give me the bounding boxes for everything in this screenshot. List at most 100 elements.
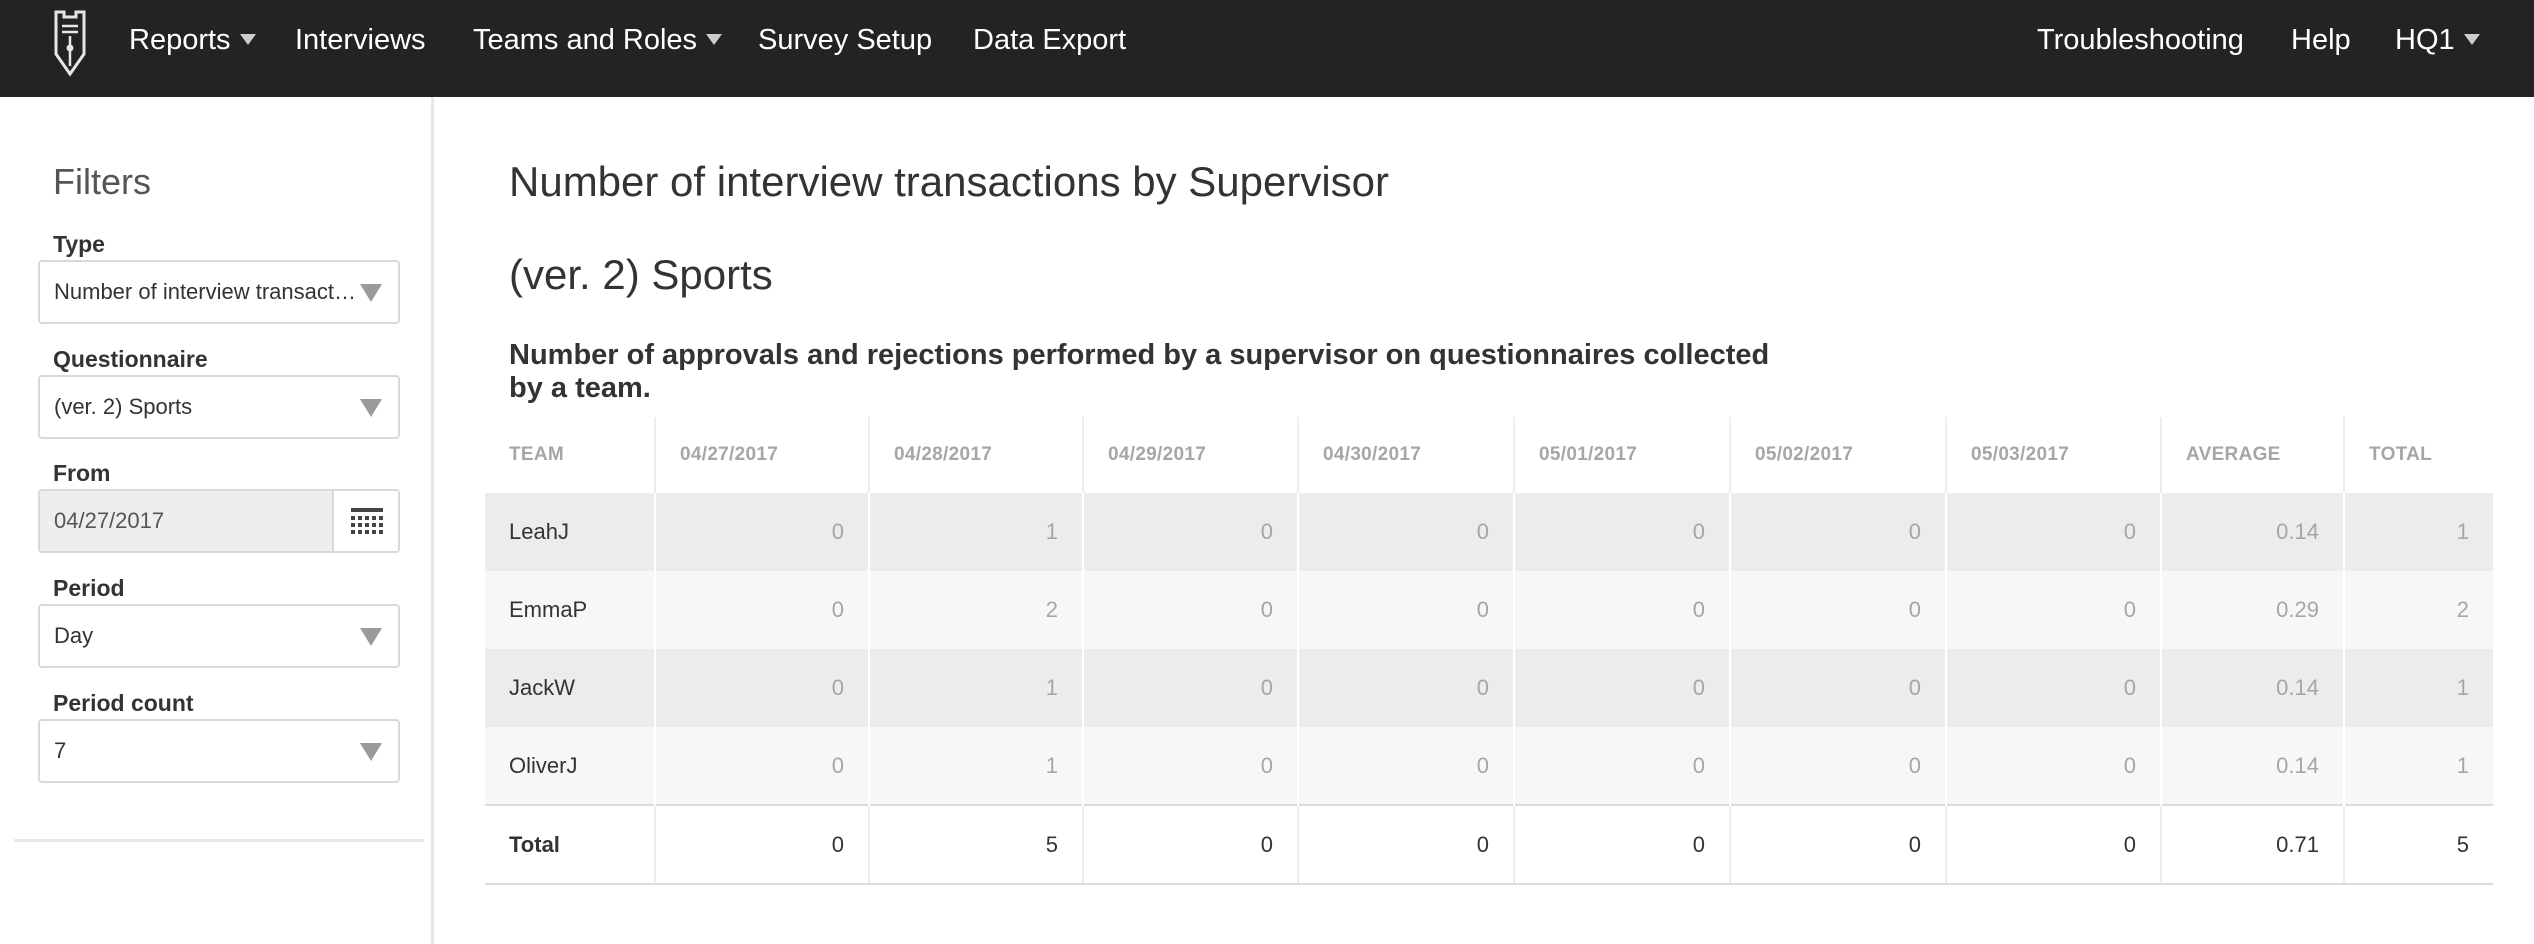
pen-nib-logo-icon[interactable] — [50, 8, 90, 78]
period-count-select[interactable]: 7 — [38, 719, 400, 783]
column-header: TEAM — [485, 417, 656, 493]
table-cell: 0 — [1298, 649, 1515, 727]
table-cell: 0 — [1514, 571, 1731, 649]
table-row: JackW 0 1 0 0 0 0 0 0.14 1 — [485, 649, 2493, 727]
table-cell: 0 — [1298, 727, 1515, 805]
filters-sidebar: Filters Type Number of interview transac… — [0, 97, 434, 944]
table-row: EmmaP 0 2 0 0 0 0 0 0.29 2 — [485, 571, 2493, 649]
table-cell: 0 — [1298, 571, 1515, 649]
type-select[interactable]: Number of interview transactions by Supe… — [38, 260, 400, 324]
questionnaire-label: Questionnaire — [53, 346, 208, 372]
column-header: 04/27/2017 — [655, 417, 870, 493]
period-count-select-value: 7 — [54, 738, 67, 763]
nav-data-export-label: Data Export — [973, 24, 1127, 56]
type-select-value: Number of interview transactions by Supe… — [54, 279, 359, 304]
nav-help[interactable]: Help — [2291, 0, 2351, 80]
table-cell: 0.14 — [2161, 493, 2345, 571]
chevron-down-icon — [239, 33, 256, 45]
nav-user-menu[interactable]: HQ1 — [2395, 0, 2480, 80]
questionnaire-select[interactable]: (ver. 2) Sports — [38, 375, 400, 439]
top-navbar: Reports Interviews Teams and Roles Surve… — [0, 0, 2534, 97]
nav-interviews-label: Interviews — [295, 24, 426, 56]
column-header: 04/28/2017 — [869, 417, 1084, 493]
nav-survey-setup[interactable]: Survey Setup — [758, 0, 932, 80]
report-title: Number of interview transactions by Supe… — [509, 158, 1390, 205]
table-cell: 0 — [1514, 493, 1731, 571]
table-cell: 0 — [1946, 727, 2162, 805]
table-cell: 0 — [1083, 571, 1299, 649]
calendar-icon — [351, 508, 383, 534]
report-description: Number of approvals and rejections perfo… — [509, 339, 1770, 404]
table-row: LeahJ 0 1 0 0 0 0 0 0.14 1 — [485, 493, 2493, 571]
nav-troubleshooting[interactable]: Troubleshooting — [2037, 0, 2244, 80]
filters-title: Filters — [53, 161, 151, 202]
period-select[interactable]: Day — [38, 604, 400, 668]
table-cell: 0.29 — [2161, 571, 2345, 649]
total-cell: 5 — [869, 804, 1084, 885]
table-cell: 0 — [1083, 727, 1299, 805]
chevron-down-icon — [2463, 33, 2480, 45]
nav-data-export[interactable]: Data Export — [973, 0, 1126, 80]
from-date-value: 04/27/2017 — [54, 508, 165, 533]
from-label: From — [53, 460, 111, 486]
table-cell: 1 — [869, 727, 1084, 805]
total-cell: 0 — [1946, 804, 2162, 885]
table-cell: 0 — [655, 649, 870, 727]
table-cell: 0 — [1730, 649, 1947, 727]
nav-user-label: HQ1 — [2395, 24, 2455, 56]
table-cell: 0.14 — [2161, 727, 2345, 805]
nav-teams-and-roles-label: Teams and Roles — [473, 24, 698, 56]
column-header: AVERAGE — [2161, 417, 2345, 493]
team-name-cell: LeahJ — [485, 493, 656, 571]
table-cell: 0 — [1946, 493, 2162, 571]
dropdown-arrow-icon — [360, 284, 382, 302]
table-cell: 0 — [1730, 493, 1947, 571]
nav-reports-label: Reports — [129, 24, 231, 56]
table-header-row: TEAM 04/27/2017 04/28/2017 04/29/2017 04/30/… — [485, 417, 2493, 493]
nav-survey-setup-label: Survey Setup — [758, 24, 933, 56]
nav-interviews[interactable]: Interviews — [295, 0, 426, 80]
table-cell: 0 — [1946, 571, 2162, 649]
column-header: 04/30/2017 — [1298, 417, 1515, 493]
period-count-label: Period count — [53, 690, 194, 716]
total-cell: 0 — [1730, 804, 1947, 885]
column-header: 05/02/2017 — [1730, 417, 1947, 493]
period-select-value: Day — [54, 623, 94, 648]
team-name-cell: OliverJ — [485, 727, 656, 805]
calendar-button[interactable] — [332, 491, 398, 551]
table-cell: 0 — [1514, 649, 1731, 727]
table-cell: 0 — [1730, 727, 1947, 805]
nav-help-label: Help — [2291, 24, 2351, 56]
questionnaire-select-value: (ver. 2) Sports — [54, 394, 193, 419]
period-label: Period — [53, 575, 125, 601]
table-cell: 0 — [655, 727, 870, 805]
table-cell: 1 — [869, 493, 1084, 571]
dropdown-arrow-icon — [360, 743, 382, 761]
from-date-field[interactable]: 04/27/2017 — [38, 489, 400, 553]
total-cell: 5 — [2344, 804, 2493, 885]
team-name-cell: JackW — [485, 649, 656, 727]
nav-troubleshooting-label: Troubleshooting — [2037, 24, 2244, 56]
table-cell: 0 — [1083, 493, 1299, 571]
column-header: 04/29/2017 — [1083, 417, 1299, 493]
questionnaire-subtitle: (ver. 2) Sports — [509, 251, 773, 298]
table-cell: 0 — [1730, 571, 1947, 649]
team-name-cell: EmmaP — [485, 571, 656, 649]
table-cell: 2 — [2344, 571, 2493, 649]
nav-teams-and-roles[interactable]: Teams and Roles — [473, 0, 723, 80]
sidebar-divider — [14, 839, 424, 842]
table-cell: 1 — [2344, 649, 2493, 727]
table-cell: 1 — [2344, 493, 2493, 571]
column-header: TOTAL — [2369, 444, 2433, 465]
dropdown-arrow-icon — [360, 628, 382, 646]
chevron-down-icon — [706, 33, 723, 45]
total-cell: 0 — [655, 804, 870, 885]
nav-reports[interactable]: Reports — [129, 0, 256, 80]
column-header: 05/03/2017 — [1946, 417, 2162, 493]
total-cell: 0.71 — [2161, 804, 2345, 885]
table-cell: 1 — [2344, 727, 2493, 805]
table-row: OliverJ 0 1 0 0 0 0 0 0.14 1 — [485, 727, 2493, 805]
table-cell: 0 — [655, 493, 870, 571]
column-header: 05/01/2017 — [1514, 417, 1731, 493]
total-cell: 0 — [1298, 804, 1515, 885]
